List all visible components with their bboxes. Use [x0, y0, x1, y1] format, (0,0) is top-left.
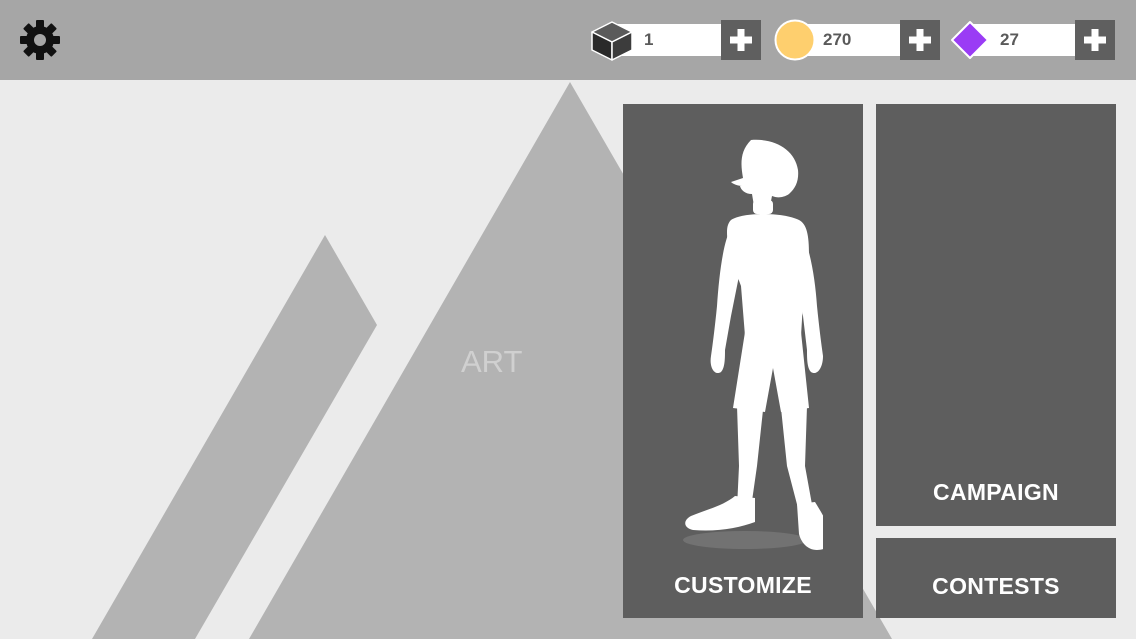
gear-icon[interactable]: [18, 18, 62, 62]
character-silhouette: [683, 139, 823, 550]
add-coins-button[interactable]: [900, 20, 940, 60]
coin-count: 270: [823, 30, 852, 49]
crate-count: 1: [644, 30, 654, 49]
crate-counter: 1: [590, 20, 761, 61]
art-placeholder-label: ART: [461, 344, 523, 379]
contests-button[interactable]: CONTESTS: [876, 538, 1116, 618]
coin-counter: 270: [774, 19, 940, 61]
coin-icon: [774, 19, 816, 61]
gem-counter: 27: [950, 20, 1115, 60]
add-crates-button[interactable]: [721, 20, 761, 60]
contests-label: CONTESTS: [932, 573, 1060, 599]
gem-count: 27: [1000, 30, 1019, 49]
top-bar: 1 270 27: [0, 0, 1136, 80]
gem-icon: [951, 21, 989, 59]
campaign-label: CAMPAIGN: [933, 479, 1059, 505]
cube-icon: [591, 21, 633, 61]
add-gems-button[interactable]: [1075, 20, 1115, 60]
campaign-button[interactable]: CAMPAIGN: [876, 104, 1116, 526]
customize-button[interactable]: CUSTOMIZE: [623, 104, 863, 618]
customize-label: CUSTOMIZE: [674, 572, 812, 598]
